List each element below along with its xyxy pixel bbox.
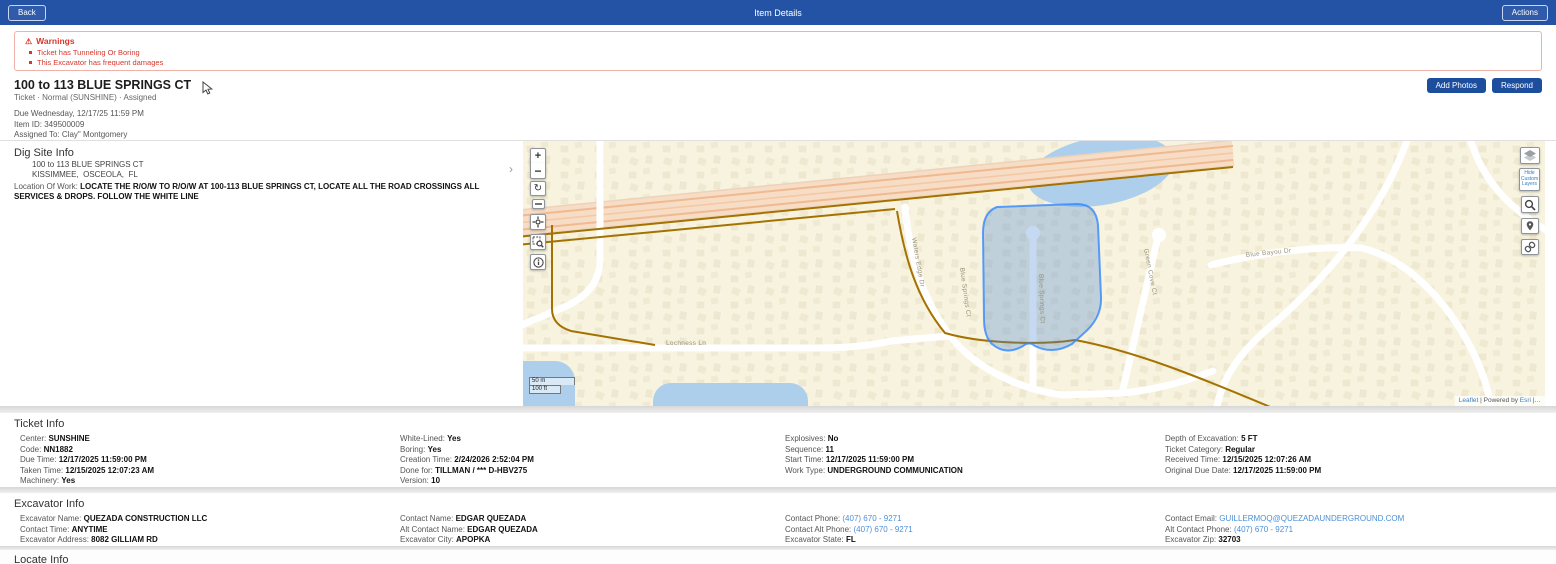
field-received-time: Received Time: 12/15/2025 12:07:26 AM bbox=[1165, 455, 1312, 464]
zoom-in-button[interactable]: + bbox=[530, 148, 546, 164]
map-search-button[interactable] bbox=[1521, 196, 1539, 213]
field-excavator-name: Excavator Name: QUEZADA CONSTRUCTION LLC bbox=[20, 514, 208, 523]
field-due-time: Due Time: 12/17/2025 11:59:00 PM bbox=[20, 455, 147, 464]
field-contact-email: Contact Email: GUILLERMOQ@QUEZADAUNDERGR… bbox=[1165, 514, 1405, 523]
identify-info-button[interactable] bbox=[530, 254, 546, 270]
field-excavator-city: Excavator City: APOPKA bbox=[400, 535, 491, 544]
warnings-list: Ticket has Tunneling Or Boring This Exca… bbox=[27, 48, 1531, 68]
street-label: Lochness Ln bbox=[666, 340, 706, 347]
ticket-info-heading: Ticket Info bbox=[14, 418, 65, 430]
field-white-lined: White-Lined: Yes bbox=[400, 434, 461, 443]
field-start-time: Start Time: 12/17/2025 11:59:00 PM bbox=[785, 455, 914, 464]
ticket-info-section: Ticket Info Center: SUNSHINE Code: NN188… bbox=[0, 413, 1556, 487]
ticket-status-line: Ticket · Normal (SUNSHINE) · Assigned bbox=[14, 93, 157, 102]
dig-site-panel[interactable]: Dig Site Info 100 to 113 BLUE SPRINGS CT… bbox=[0, 141, 523, 406]
assigned-to-line: Assigned To: Clay" Montgomery bbox=[14, 130, 128, 139]
field-alt-contact-phone: Alt Contact Phone: (407) 670 - 9271 bbox=[1165, 524, 1294, 534]
page-header-title: Item Details bbox=[754, 7, 802, 18]
field-explosives: Explosives: No bbox=[785, 434, 839, 443]
map-scale: 50 m 100 ft bbox=[529, 377, 575, 394]
contact-email-link[interactable]: GUILLERMOQ@QUEZADAUNDERGROUND.COM bbox=[1219, 514, 1404, 523]
locate-info-section: Locate Info bbox=[0, 550, 1556, 564]
field-excavator-address: Excavator Address: 8082 GILLIAM RD bbox=[20, 535, 158, 544]
link-icon bbox=[1524, 241, 1536, 253]
warnings-title: ⚠ Warnings bbox=[25, 36, 75, 46]
collapse-toolbar-button[interactable] bbox=[532, 199, 545, 209]
dig-site-address-line1: 100 to 113 BLUE SPRINGS CT bbox=[32, 160, 144, 169]
scale-metric: 50 m bbox=[529, 377, 575, 385]
add-photos-button[interactable]: Add Photos bbox=[1426, 78, 1486, 93]
locate-crosshair-button[interactable] bbox=[530, 214, 546, 230]
back-button[interactable]: Back bbox=[8, 4, 46, 21]
field-boring: Boring: Yes bbox=[400, 444, 442, 454]
ticket-summary: 100 to 113 BLUE SPRINGS CT Ticket · Norm… bbox=[0, 71, 1556, 140]
respond-button[interactable]: Respond bbox=[1491, 78, 1542, 93]
zoom-box-icon bbox=[532, 236, 544, 248]
map-basemap[interactable]: Waters Edge Dr Blue Springs Ct Blue Spri… bbox=[523, 141, 1545, 406]
map[interactable]: Waters Edge Dr Blue Springs Ct Blue Spri… bbox=[523, 141, 1545, 406]
due-date-line: Due Wednesday, 12/17/25 11:59 PM bbox=[14, 109, 144, 118]
alt-contact-phone-link[interactable]: (407) 670 - 9271 bbox=[1234, 525, 1293, 534]
field-code: Code: NN1882 bbox=[20, 444, 73, 454]
crosshair-icon bbox=[532, 216, 544, 228]
map-pin-icon bbox=[1526, 221, 1534, 231]
section-divider bbox=[0, 406, 1556, 413]
top-bar: Item Details Back Actions bbox=[0, 0, 1556, 25]
actions-button[interactable]: Actions bbox=[1501, 4, 1548, 21]
location-of-work: Location Of Work: LOCATE THE R/O/W TO R/… bbox=[14, 182, 480, 201]
search-icon bbox=[1524, 199, 1536, 211]
leaflet-link[interactable]: Leaflet bbox=[1459, 397, 1479, 404]
page-title: 100 to 113 BLUE SPRINGS CT bbox=[14, 78, 192, 92]
field-category: Ticket Category: Regular bbox=[1165, 444, 1255, 454]
field-creation-time: Creation Time: 2/24/2026 2:52:04 PM bbox=[400, 455, 534, 464]
item-details-page: Item Details Back Actions ⚠ Warnings Tick… bbox=[0, 0, 1556, 564]
field-contact-name: Contact Name: EDGAR QUEZADA bbox=[400, 514, 527, 523]
field-done-for: Done for: TILLMAN / *** D-HBV275 bbox=[400, 465, 528, 475]
share-link-button[interactable] bbox=[1521, 239, 1539, 255]
map-attribution: Leaflet | Powered by Esri |… bbox=[1454, 396, 1545, 406]
locate-info-heading: Locate Info bbox=[14, 554, 69, 564]
excavator-info-section: Excavator Info Excavator Name: QUEZADA C… bbox=[0, 493, 1556, 546]
marker-tool-button[interactable] bbox=[1521, 218, 1539, 234]
contact-alt-phone-link[interactable]: (407) 670 - 9271 bbox=[854, 525, 913, 534]
field-taken-time: Taken Time: 12/15/2025 12:07:23 AM bbox=[20, 465, 155, 475]
field-version: Version: 10 bbox=[400, 476, 441, 485]
field-excavator-state: Excavator State: FL bbox=[785, 535, 856, 544]
zoom-out-button[interactable]: − bbox=[530, 163, 546, 179]
field-sequence: Sequence: 11 bbox=[785, 444, 834, 454]
layers-icon bbox=[1524, 149, 1536, 161]
warning-item: This Excavator has frequent damages bbox=[27, 58, 1531, 68]
scale-imperial: 100 ft bbox=[529, 385, 561, 394]
warning-item: Ticket has Tunneling Or Boring bbox=[27, 48, 1531, 58]
field-alt-contact-name: Alt Contact Name: EDGAR QUEZADA bbox=[400, 524, 538, 534]
hide-custom-layers-button[interactable]: Hide Custom Layers bbox=[1519, 168, 1540, 191]
contact-phone-link[interactable]: (407) 670 - 9271 bbox=[842, 514, 901, 523]
info-icon bbox=[532, 256, 544, 268]
item-id-line: Item ID: 349500009 bbox=[14, 119, 85, 129]
warning-icon: ⚠ bbox=[25, 37, 33, 46]
excavator-info-heading: Excavator Info bbox=[14, 498, 85, 510]
field-contact-alt-phone: Contact Alt Phone: (407) 670 - 9271 bbox=[785, 524, 913, 534]
chevron-right-icon[interactable]: › bbox=[509, 163, 513, 175]
esri-link[interactable]: Esri bbox=[1520, 397, 1531, 404]
field-contact-time: Contact Time: ANYTIME bbox=[20, 524, 108, 534]
dash-icon bbox=[535, 203, 542, 205]
zoom-to-area-button[interactable] bbox=[530, 234, 546, 250]
field-center: Center: SUNSHINE bbox=[20, 434, 90, 443]
dig-site-heading: Dig Site Info bbox=[14, 147, 74, 159]
field-work-type: Work Type: UNDERGROUND COMMUNICATION bbox=[785, 465, 963, 475]
content-row: Dig Site Info 100 to 113 BLUE SPRINGS CT… bbox=[0, 140, 1556, 406]
field-machinery: Machinery: Yes bbox=[20, 476, 76, 485]
field-original-due: Original Due Date: 12/17/2025 11:59:00 P… bbox=[1165, 465, 1322, 475]
field-depth: Depth of Excavation: 5 FT bbox=[1165, 434, 1258, 443]
warnings-panel: ⚠ Warnings Ticket has Tunneling Or Boring… bbox=[14, 31, 1542, 71]
layers-button[interactable] bbox=[1520, 147, 1540, 164]
reset-view-button[interactable]: ↻ bbox=[530, 181, 546, 196]
field-excavator-zip: Excavator Zip: 32703 bbox=[1165, 535, 1241, 544]
dig-site-address-line2: KISSIMMEE, OSCEOLA, FL bbox=[32, 170, 138, 179]
field-contact-phone: Contact Phone: (407) 670 - 9271 bbox=[785, 514, 902, 523]
